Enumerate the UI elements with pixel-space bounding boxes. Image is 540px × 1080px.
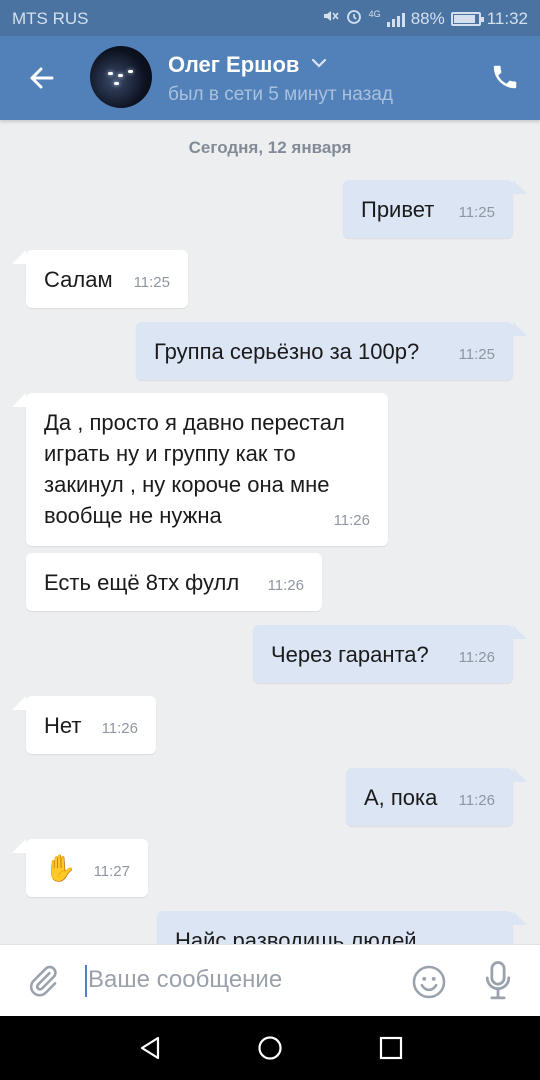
message-text: Привет <box>361 197 435 222</box>
network-type: 4G <box>368 9 381 19</box>
contact-name[interactable]: Олег Ершов <box>168 52 299 78</box>
message-bubble-outgoing[interactable]: Группа серьёзно за 100р? 11:25 <box>136 322 513 380</box>
last-seen-status: был в сети 5 минут назад <box>168 84 394 105</box>
microphone-icon[interactable] <box>484 961 512 1006</box>
message-bubble-incoming[interactable]: ✋ 11:27 <box>26 839 148 897</box>
text-cursor <box>85 965 87 997</box>
phone-icon[interactable] <box>490 62 520 97</box>
battery-percent: 88% <box>410 8 445 28</box>
raised-hand-emoji: ✋ <box>44 853 77 883</box>
chevron-down-icon[interactable] <box>310 56 328 74</box>
message-text: Да , просто я давно перестал играть ну и… <box>44 410 345 528</box>
nav-recents-icon[interactable] <box>377 1034 405 1067</box>
message-time: 11:25 <box>458 346 495 363</box>
message-text: Через гаранта? <box>271 642 429 667</box>
message-time: 11:26 <box>458 649 495 666</box>
mute-icon <box>321 7 339 30</box>
message-time: 11:25 <box>133 274 170 291</box>
back-arrow-icon[interactable] <box>22 60 62 96</box>
message-bubble-incoming[interactable]: Салам 11:25 <box>26 250 188 308</box>
message-text: Группа серьёзно за 100р? <box>154 339 420 364</box>
paperclip-icon[interactable] <box>26 963 60 1004</box>
message-text: Салам <box>44 267 113 292</box>
message-time: 11:26 <box>101 720 138 737</box>
message-time: 11:26 <box>333 512 370 529</box>
message-bubble-outgoing[interactable]: Привет 11:25 <box>343 180 513 238</box>
message-bubble-incoming[interactable]: Да , просто я давно перестал играть ну и… <box>26 393 388 546</box>
message-text: Есть ещё 8тх фулл <box>44 570 240 595</box>
message-time: 11:26 <box>267 577 304 594</box>
message-text: Нет <box>44 713 82 738</box>
carrier-name: MTS RUS <box>12 9 89 28</box>
nav-back-icon[interactable] <box>136 1034 164 1067</box>
message-time: 11:25 <box>458 204 495 221</box>
message-text: А, пока <box>364 785 438 810</box>
message-time: 11:26 <box>458 792 495 809</box>
system-nav-bar <box>0 1016 540 1080</box>
alarm-icon <box>345 7 363 30</box>
message-bubble-outgoing[interactable]: Через гаранта? 11:26 <box>253 625 513 683</box>
message-input[interactable] <box>88 959 388 1001</box>
message-time: 11:27 <box>93 863 130 880</box>
nav-home-icon[interactable] <box>256 1034 284 1067</box>
chat-header: Олег Ершов был в сети 5 минут назад <box>0 36 540 120</box>
battery-icon <box>450 11 484 26</box>
avatar[interactable] <box>90 46 152 108</box>
message-bubble-incoming[interactable]: Нет 11:26 <box>26 696 156 754</box>
message-composer <box>0 944 540 1016</box>
message-bubble-incoming[interactable]: Есть ещё 8тх фулл 11:26 <box>26 553 322 611</box>
status-bar: MTS RUS 4G 88% 11:32 <box>0 0 540 36</box>
date-separator: Сегодня, 12 января <box>188 138 352 157</box>
clock: 11:32 <box>486 8 528 28</box>
signal-icon <box>386 11 405 27</box>
message-bubble-outgoing[interactable]: А, пока 11:26 <box>346 768 513 826</box>
smiley-icon[interactable] <box>410 963 448 1006</box>
